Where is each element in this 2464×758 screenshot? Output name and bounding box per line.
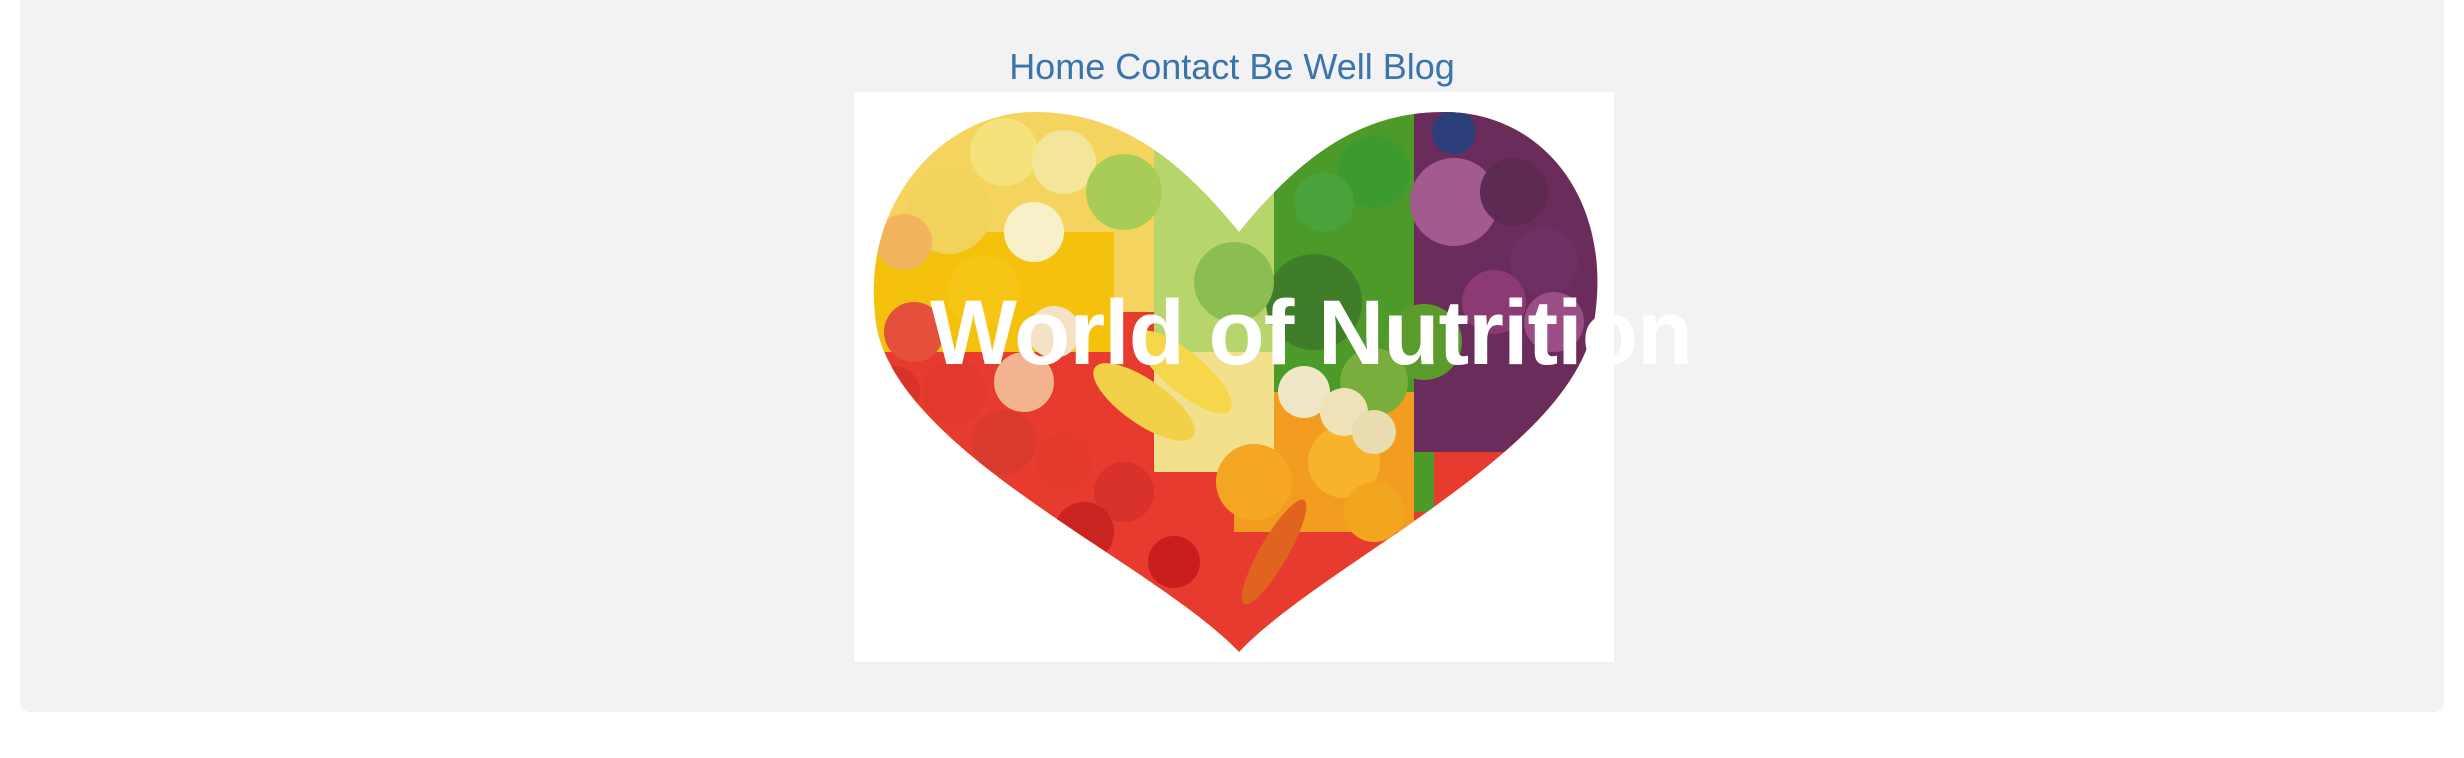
nav-contact-link[interactable]: Contact bbox=[1115, 46, 1239, 87]
nav-home-link[interactable]: Home bbox=[1009, 46, 1105, 87]
top-nav: Home Contact Be Well Blog bbox=[20, 40, 2444, 94]
nav-bewell-link[interactable]: Be Well bbox=[1249, 46, 1372, 87]
page-title: World of Nutrition bbox=[930, 282, 1693, 384]
nav-blog-link[interactable]: Blog bbox=[1383, 46, 1455, 87]
